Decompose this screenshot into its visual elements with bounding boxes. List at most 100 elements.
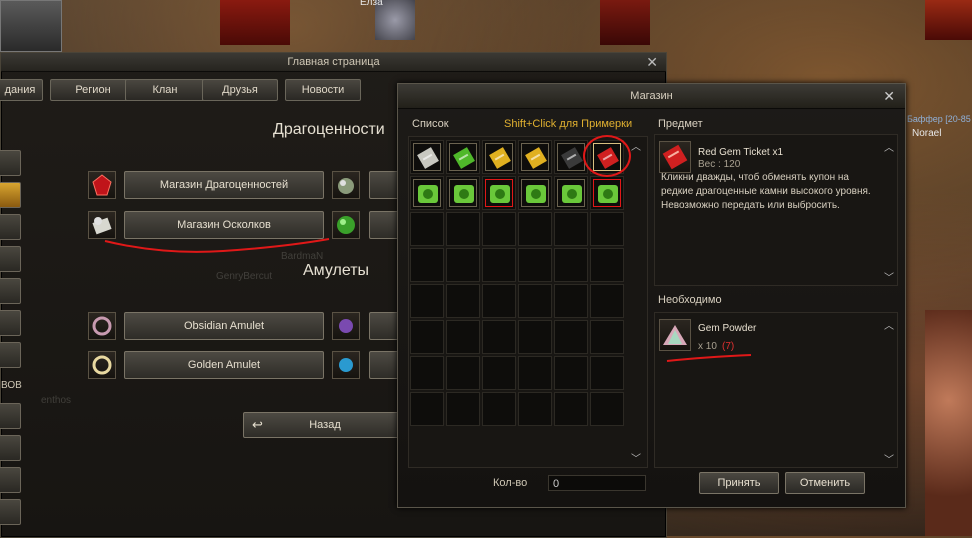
grid-slot[interactable] — [590, 320, 624, 354]
grid-slot[interactable] — [590, 284, 624, 318]
scroll-up-icon[interactable]: ︿ — [884, 317, 894, 332]
grid-slot[interactable] — [482, 320, 516, 354]
grid-slot[interactable] — [446, 284, 480, 318]
sidebar-button[interactable] — [0, 310, 21, 336]
section-amulets-title: Амулеты — [303, 262, 370, 279]
grid-slot[interactable] — [554, 356, 588, 390]
green-ticket-icon — [449, 143, 477, 171]
grid-slot[interactable] — [410, 176, 444, 210]
scroll-down-icon[interactable]: ﹀ — [884, 269, 894, 284]
grid-slot[interactable] — [518, 212, 552, 246]
grid-slot[interactable] — [554, 176, 588, 210]
owned-quantity: (7) — [722, 341, 735, 352]
back-button[interactable]: ↩ Назад — [243, 412, 407, 438]
grid-slot[interactable] — [590, 212, 624, 246]
grid-slot[interactable] — [482, 140, 516, 174]
grid-slot[interactable] — [446, 140, 480, 174]
sidebar-button[interactable] — [0, 499, 21, 525]
green-scroll-red-icon — [593, 179, 621, 207]
cancel-button[interactable]: Отменить — [785, 472, 865, 494]
red-underline-annotation — [666, 354, 752, 362]
grid-slot[interactable] — [518, 284, 552, 318]
grid-slot[interactable] — [446, 392, 480, 426]
jewelry-shop-button[interactable]: Магазин Драгоценностей — [124, 171, 324, 199]
tab-region[interactable]: Регион — [50, 79, 136, 101]
sidebar-button[interactable] — [0, 278, 21, 304]
grid-slot[interactable] — [518, 176, 552, 210]
grid-slot[interactable] — [446, 212, 480, 246]
grid-slot[interactable] — [446, 320, 480, 354]
grid-slot[interactable] — [554, 392, 588, 426]
sidebar-button-active[interactable] — [0, 182, 21, 208]
scroll-up-icon[interactable]: ︿ — [631, 138, 641, 153]
grid-slot[interactable] — [518, 356, 552, 390]
list-label: Список — [412, 118, 449, 130]
grid-slot[interactable] — [410, 248, 444, 282]
quantity-label: Кол-во — [493, 477, 528, 489]
grid-slot[interactable] — [410, 356, 444, 390]
grid-slot[interactable] — [482, 248, 516, 282]
grid-slot[interactable] — [554, 212, 588, 246]
back-arrow-icon: ↩ — [252, 417, 263, 432]
background-banner — [600, 0, 650, 45]
shop-window-title: Магазин — [398, 84, 905, 109]
sidebar-button[interactable] — [0, 342, 21, 368]
grid-slot[interactable] — [446, 248, 480, 282]
grid-slot[interactable] — [554, 320, 588, 354]
grid-slot[interactable] — [518, 248, 552, 282]
scroll-up-icon[interactable]: ︿ — [884, 139, 894, 154]
grid-slot[interactable] — [482, 176, 516, 210]
grid-slot[interactable] — [410, 284, 444, 318]
scroll-down-icon[interactable]: ﹀ — [884, 451, 894, 466]
grid-slot[interactable] — [590, 392, 624, 426]
grid-slot[interactable] — [554, 248, 588, 282]
background-character — [925, 310, 972, 536]
grid-slot[interactable] — [410, 140, 444, 174]
grid-slot[interactable] — [482, 284, 516, 318]
main-window-title: Главная страница — [1, 53, 666, 72]
quantity-input[interactable]: 0 — [548, 475, 646, 491]
grid-slot[interactable] — [590, 356, 624, 390]
grid-slot[interactable] — [410, 392, 444, 426]
tab-friends[interactable]: Друзья — [202, 79, 278, 101]
grid-slot[interactable] — [518, 320, 552, 354]
golden-amulet-button[interactable]: Golden Amulet — [124, 351, 324, 379]
grid-slot[interactable] — [446, 176, 480, 210]
grid-slot[interactable] — [518, 392, 552, 426]
green-scroll-icon — [557, 179, 585, 207]
close-icon[interactable]: ✕ — [646, 54, 658, 71]
grid-slot[interactable] — [590, 248, 624, 282]
required-header: Необходимо — [658, 294, 722, 306]
green-scroll-icon — [413, 179, 441, 207]
grid-slot[interactable] — [482, 356, 516, 390]
sidebar-button[interactable] — [0, 467, 21, 493]
sidebar-button[interactable] — [0, 214, 21, 240]
grid-slot[interactable] — [554, 284, 588, 318]
item-description: Кликни дважды, чтоб обменять купон на ре… — [661, 172, 871, 211]
tab-clan[interactable]: Клан — [125, 79, 205, 101]
silver-ticket-icon — [413, 143, 441, 171]
grid-slot[interactable] — [410, 212, 444, 246]
grid-slot[interactable] — [590, 176, 624, 210]
grid-slot[interactable] — [518, 140, 552, 174]
grid-slot[interactable] — [482, 212, 516, 246]
accept-button[interactable]: Принять — [699, 472, 779, 494]
tab-dania[interactable]: дания — [0, 79, 43, 101]
item-weight: Вес : 120 — [698, 159, 741, 170]
obsidian-amulet-button[interactable]: Obsidian Amulet — [124, 312, 324, 340]
sidebar-button[interactable] — [0, 246, 21, 272]
scroll-down-icon[interactable]: ﹀ — [631, 450, 641, 465]
sidebar-button[interactable] — [0, 150, 21, 176]
required-panel: Gem Powder x 10 (7) ︿ ﹀ — [654, 312, 898, 468]
tab-news[interactable]: Новости — [285, 79, 361, 101]
background-nickname: GenryBercut — [216, 271, 273, 282]
grid-slot[interactable] — [482, 392, 516, 426]
grid-slot[interactable] — [410, 320, 444, 354]
green-shards-icon — [332, 211, 360, 239]
shop-window: Магазин ✕ Список Shift+Click для Примерк… — [397, 83, 906, 508]
grid-slot[interactable] — [446, 356, 480, 390]
sidebar-button[interactable] — [0, 403, 21, 429]
close-icon[interactable]: ✕ — [883, 88, 895, 105]
red-underline-annotation — [104, 238, 330, 253]
sidebar-button[interactable] — [0, 435, 21, 461]
